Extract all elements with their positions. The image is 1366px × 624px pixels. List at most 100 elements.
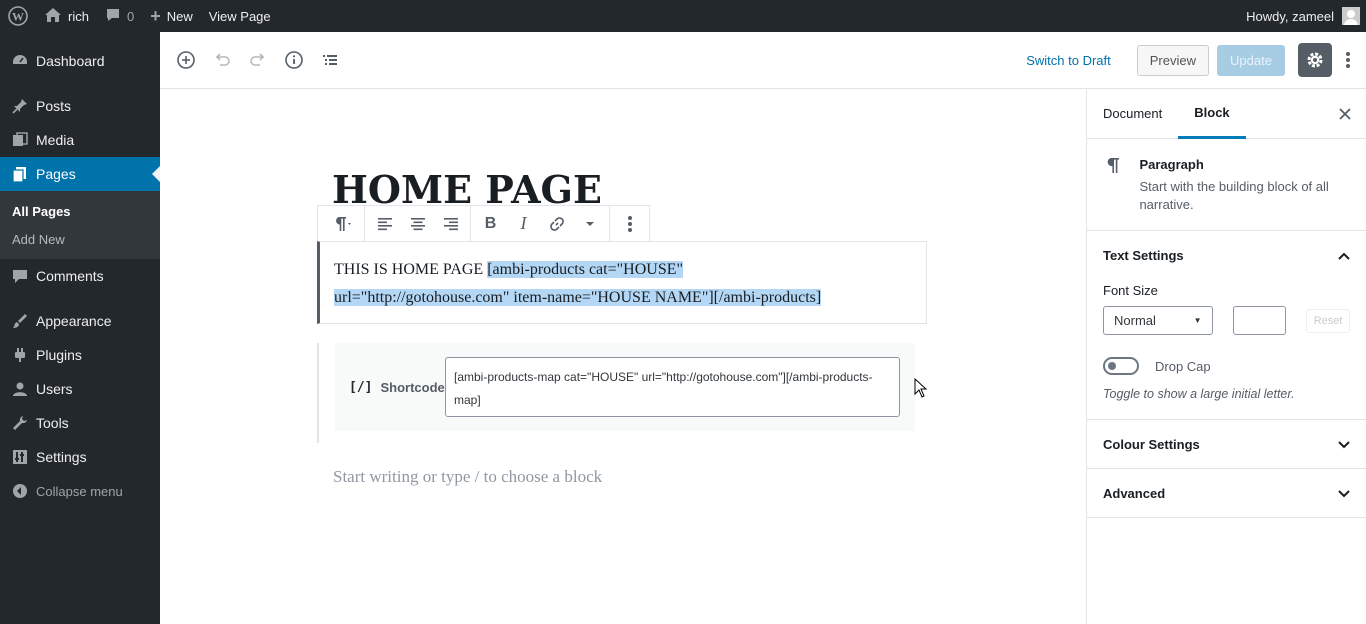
pushpin-icon xyxy=(10,96,30,116)
avatar xyxy=(1342,7,1360,25)
text-settings-toggle[interactable]: Text Settings xyxy=(1087,231,1366,279)
colour-settings-toggle[interactable]: Colour Settings xyxy=(1087,420,1366,468)
shortcode-label-text: Shortcode xyxy=(380,379,445,395)
block-navigation-icon[interactable] xyxy=(312,42,348,78)
italic-icon[interactable]: I xyxy=(507,207,540,240)
link-icon[interactable] xyxy=(540,207,573,240)
more-formatting-chevron-down-icon[interactable] xyxy=(573,207,606,240)
align-right-icon[interactable] xyxy=(434,207,467,240)
custom-font-size-input[interactable] xyxy=(1232,306,1287,335)
tab-block[interactable]: Block xyxy=(1178,89,1246,139)
drop-cap-label: Drop Cap xyxy=(1155,358,1211,374)
drop-cap-help: Toggle to show a large initial letter. xyxy=(1103,387,1295,401)
menu-label: Media xyxy=(36,132,75,148)
users-icon xyxy=(10,379,30,399)
view-page-link[interactable]: View Page xyxy=(201,0,279,32)
menu-item-appearance[interactable]: Appearance xyxy=(0,304,160,338)
switch-to-draft-link[interactable]: Switch to Draft xyxy=(1026,53,1111,68)
view-page-label: View Page xyxy=(208,8,271,24)
menu-label: Pages xyxy=(36,166,76,182)
align-left-icon[interactable] xyxy=(368,207,401,240)
menu-item-media[interactable]: Media xyxy=(0,123,160,157)
bold-icon[interactable]: B xyxy=(474,207,507,240)
colour-settings-panel: Colour Settings xyxy=(1087,420,1366,469)
update-button[interactable]: Update xyxy=(1217,44,1285,76)
paragraph-block[interactable]: THIS IS HOME PAGE [ambi-products cat="HO… xyxy=(317,241,927,324)
admin-bar: W rich 0 + New View Page Howdy, zameel xyxy=(0,0,1366,32)
my-account[interactable]: Howdy, zameel xyxy=(1246,0,1366,32)
close-icon[interactable] xyxy=(1334,103,1356,125)
info-icon[interactable] xyxy=(276,42,312,78)
menu-item-users[interactable]: Users xyxy=(0,372,160,406)
site-name-link[interactable]: rich xyxy=(36,0,97,32)
wrench-icon xyxy=(10,413,30,433)
settings-icon xyxy=(10,447,30,467)
comments-count: 0 xyxy=(126,8,135,24)
menu-item-plugins[interactable]: Plugins xyxy=(0,338,160,372)
drop-cap-toggle[interactable] xyxy=(1103,357,1139,375)
menu-label: Tools xyxy=(36,415,69,431)
chevron-down-icon xyxy=(1338,437,1350,452)
chevron-down-icon xyxy=(1338,486,1350,501)
add-block-icon[interactable] xyxy=(168,42,204,78)
block-description: Start with the building block of all nar… xyxy=(1139,179,1329,212)
menu-label: Users xyxy=(36,381,73,397)
menu-item-pages[interactable]: Pages xyxy=(0,157,160,191)
menu-item-posts[interactable]: Posts xyxy=(0,89,160,123)
block-more-options-icon[interactable] xyxy=(613,207,646,240)
chevron-down-icon: ▼ xyxy=(1193,316,1202,325)
howdy-text: Howdy, zameel xyxy=(1246,8,1334,24)
redo-icon[interactable] xyxy=(240,42,276,78)
undo-icon[interactable] xyxy=(204,42,240,78)
block-card: Paragraph Start with the building block … xyxy=(1087,139,1366,231)
admin-menu: Dashboard Posts Media Pages All Pages Ad… xyxy=(0,32,160,624)
menu-label: Dashboard xyxy=(36,53,105,69)
advanced-toggle[interactable]: Advanced xyxy=(1087,469,1366,517)
menu-item-tools[interactable]: Tools xyxy=(0,406,160,440)
menu-item-settings[interactable]: Settings xyxy=(0,440,160,474)
new-content-link[interactable]: + New xyxy=(142,0,201,32)
comment-icon xyxy=(10,266,30,286)
submenu-all-pages[interactable]: All Pages xyxy=(0,197,160,225)
submenu-add-new[interactable]: Add New xyxy=(0,225,160,253)
shortcode-block[interactable]: [/] Shortcode [ambi-products-map cat="HO… xyxy=(317,343,917,443)
align-center-icon[interactable] xyxy=(401,207,434,240)
collapse-menu-button[interactable]: Collapse menu xyxy=(0,474,160,508)
comments-link[interactable]: 0 xyxy=(97,0,142,32)
settings-sidebar: Document Block Paragraph Start with the … xyxy=(1086,89,1366,624)
preview-button[interactable]: Preview xyxy=(1136,44,1209,76)
home-icon xyxy=(44,7,62,26)
menu-label: Posts xyxy=(36,98,72,114)
block-placeholder[interactable]: Start writing or type / to choose a bloc… xyxy=(333,467,602,487)
font-size-select[interactable]: Normal ▼ xyxy=(1103,306,1213,335)
more-options-icon[interactable] xyxy=(1336,43,1360,77)
paragraph-text: THIS IS HOME PAGE xyxy=(334,261,488,278)
menu-item-dashboard[interactable]: Dashboard xyxy=(0,44,160,78)
reset-button[interactable]: Reset xyxy=(1306,308,1350,333)
chevron-up-icon xyxy=(1338,248,1350,263)
menu-label: Comments xyxy=(36,268,104,284)
pages-icon xyxy=(10,164,30,184)
collapse-icon xyxy=(10,481,30,501)
paintbrush-icon xyxy=(10,311,30,331)
block-toolbar: B I xyxy=(317,205,650,242)
page-title[interactable]: HOME PAGE xyxy=(332,167,602,207)
media-icon xyxy=(10,130,30,150)
plus-icon: + xyxy=(150,5,161,26)
paragraph-type-icon[interactable] xyxy=(321,207,361,240)
panel-title: Colour Settings xyxy=(1103,436,1200,452)
shortcode-textarea[interactable]: [ambi-products-map cat="HOUSE" url="http… xyxy=(445,357,900,417)
menu-item-comments[interactable]: Comments xyxy=(0,259,160,293)
shortcode-icon: [/] xyxy=(349,379,373,395)
paragraph-icon xyxy=(1105,155,1125,214)
mouse-pointer-icon xyxy=(914,377,928,403)
panel-title: Text Settings xyxy=(1103,247,1184,263)
dashboard-icon xyxy=(10,51,30,71)
selected-shortcode-text-line1: [ambi-products cat="HOUSE" xyxy=(487,261,684,278)
menu-label: Settings xyxy=(36,449,87,465)
editor-canvas: HOME PAGE B I THIS IS HOME PAGE [ambi-pr… xyxy=(160,89,1086,624)
wordpress-logo-icon[interactable]: W xyxy=(0,0,36,32)
settings-gear-icon[interactable] xyxy=(1298,43,1332,77)
tab-document[interactable]: Document xyxy=(1087,89,1178,139)
new-label: New xyxy=(166,8,193,24)
